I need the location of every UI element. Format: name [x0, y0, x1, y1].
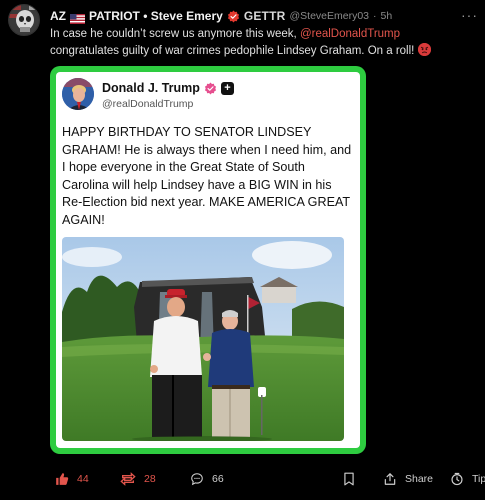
- plus-badge-icon: +: [220, 81, 234, 95]
- repost-icon: [120, 472, 136, 486]
- us-flag-icon: [70, 11, 85, 24]
- post-text-after: congratulates guilty of war crimes pedop…: [50, 44, 418, 57]
- platform-label: GETTR: [243, 9, 286, 23]
- more-icon[interactable]: ···: [461, 7, 478, 23]
- repost-count: 28: [144, 473, 156, 485]
- bookmark-icon: [344, 472, 354, 486]
- like-count: 44: [77, 473, 89, 485]
- tip-icon: [451, 472, 463, 486]
- post-text-before: In case he couldn’t screw us anymore thi…: [50, 28, 300, 40]
- separator-dot: ·: [373, 10, 377, 22]
- embedded-author-handle[interactable]: @realDonaldTrump: [102, 98, 193, 110]
- embedded-author-name[interactable]: Donald J. Trump +: [102, 81, 234, 95]
- comment-icon: [191, 473, 203, 486]
- mention-link[interactable]: @realDonaldTrump: [300, 28, 400, 40]
- embedded-post[interactable]: Donald J. Trump + @realDonaldTrump HAPPY…: [56, 72, 360, 448]
- red-verified-icon: [227, 10, 240, 23]
- comment-count: 66: [212, 473, 224, 485]
- skull-avatar-icon[interactable]: [8, 4, 40, 36]
- trump-avatar[interactable]: [62, 78, 94, 110]
- angry-emoji-icon: [417, 42, 431, 56]
- like-button[interactable]: 44: [55, 472, 89, 486]
- author-patriot-label[interactable]: PATRIOT • Steve Emery: [89, 9, 223, 23]
- comment-button[interactable]: 66: [190, 472, 224, 486]
- tip-label: Tip: [472, 473, 485, 485]
- embedded-author-name-text[interactable]: Donald J. Trump: [102, 81, 200, 95]
- pink-verified-icon: [204, 82, 217, 95]
- repost-button[interactable]: 28: [120, 472, 156, 486]
- embedded-post-text: HAPPY BIRTHDAY TO SENATOR LINDSEY GRAHAM…: [62, 125, 352, 227]
- share-label: Share: [405, 473, 434, 485]
- post-text: In case he couldn’t screw us anymore thi…: [50, 27, 470, 59]
- embedded-photo[interactable]: [62, 237, 344, 441]
- post-card: AZ PATRIOT • Steve Emery GETTR @SteveEme…: [0, 0, 485, 500]
- author-handle[interactable]: @SteveEmery03: [289, 10, 369, 22]
- share-icon: [384, 473, 396, 485]
- author-display-name[interactable]: AZ: [50, 9, 66, 23]
- share-button[interactable]: Share: [383, 472, 433, 486]
- action-bar: 44 28 66 Share Tip: [0, 462, 485, 500]
- post-header: AZ PATRIOT • Steve Emery GETTR @SteveEme…: [50, 8, 392, 24]
- tip-button[interactable]: Tip: [450, 472, 485, 486]
- like-icon: [56, 473, 69, 485]
- bookmark-button[interactable]: [343, 472, 355, 486]
- post-age: 5h: [380, 10, 393, 22]
